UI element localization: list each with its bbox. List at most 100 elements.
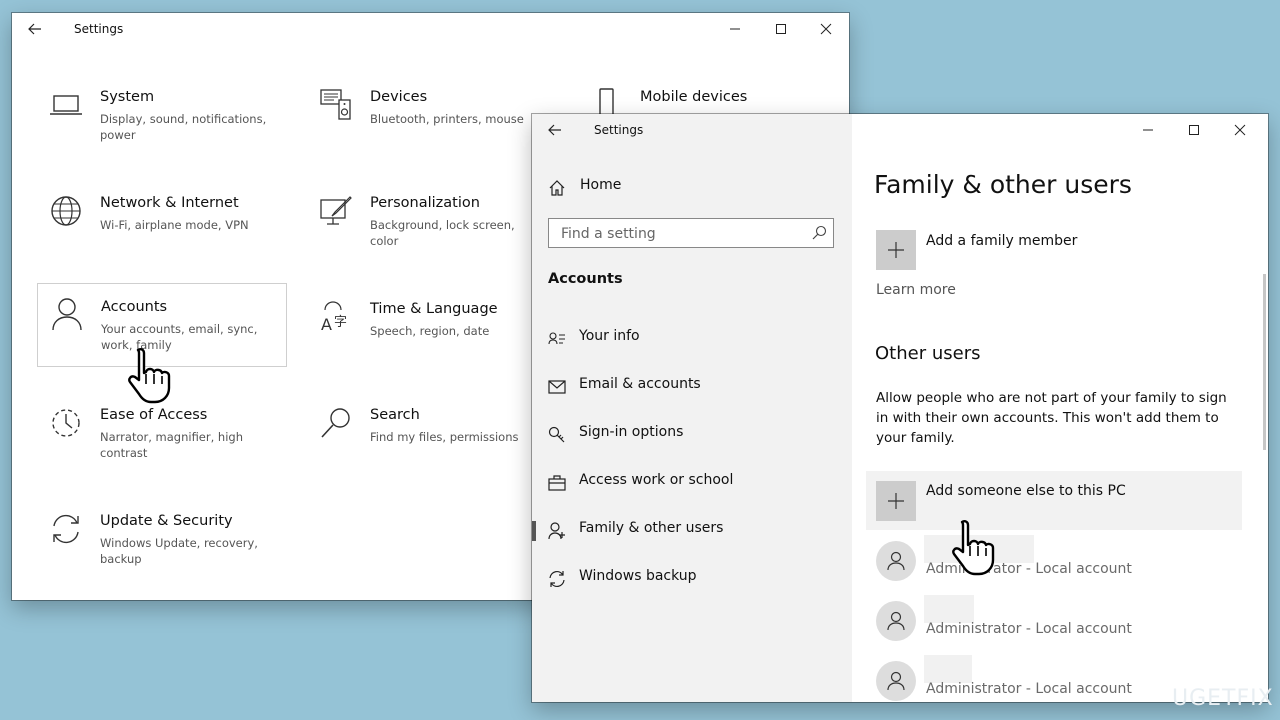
add-family-member-label: Add a family member [926,233,1078,249]
nav-item-label: Access work or school [579,472,734,488]
sync-icon [53,514,79,544]
tile-name: Time & Language [370,301,498,317]
paint-icon [320,196,352,225]
tile-desc: Bluetooth, printers, mouse [370,112,524,126]
tile-desc: Narrator, magnifier, high contrast [100,430,243,460]
user-item[interactable]: Administrator - Local account [852,595,1232,657]
plus-icon [888,242,904,258]
minimize-button[interactable] [1125,114,1171,146]
tile-name: Mobile devices [640,89,748,105]
search-input[interactable] [559,223,803,245]
home-icon [549,180,565,196]
tile-desc: Display, sound, notifications, power [100,112,267,142]
search-icon [812,225,827,240]
nav-home[interactable]: Home [532,167,852,207]
nav-item-label: Sign-in options [579,424,684,440]
nav-pane: Settings Home Accounts Your info Email &… [532,114,852,702]
watermark-logo: UGETFIX [1172,686,1274,711]
other-users-heading: Other users [875,343,981,364]
search-icon [321,408,350,438]
laptop-icon [50,95,82,115]
minimize-icon [1143,129,1153,131]
back-arrow-icon [548,124,561,136]
person-add-icon [548,522,565,540]
nav-item-sign-in-options[interactable]: Sign-in options [532,414,852,454]
minimize-icon [730,28,740,30]
hand-cursor-icon [128,348,171,404]
nav-section-title: Accounts [548,271,623,287]
user-item[interactable]: Administrator - Local account [852,535,1232,597]
maximize-button[interactable] [758,13,804,45]
back-button[interactable] [532,114,578,146]
tile-search[interactable]: Search Find my files, permissions [307,402,557,488]
tile-ease-of-access[interactable]: Ease of Access Narrator, magnifier, high… [37,402,287,488]
close-button[interactable] [803,13,849,45]
nav-item-label: Email & accounts [579,376,701,392]
selected-indicator [532,521,536,541]
tile-desc: Wi-Fi, airplane mode, VPN [100,218,249,232]
find-setting-search[interactable] [548,218,834,248]
tile-name: Ease of Access [100,407,208,423]
minimize-button[interactable] [712,13,758,45]
avatar [876,601,916,641]
devices-icon [320,89,351,120]
maximize-button[interactable] [1171,114,1217,146]
tile-devices[interactable]: Devices Bluetooth, printers, mouse [307,84,557,170]
close-button[interactable] [1217,114,1263,146]
settings-accounts-window: Settings Home Accounts Your info Email &… [532,114,1268,702]
plus-icon [888,493,904,509]
maximize-icon [776,24,786,34]
person-icon [887,611,905,631]
key-icon [548,426,565,443]
redacted-username [924,595,974,623]
nav-item-access-work[interactable]: Access work or school [532,462,852,502]
person-icon [887,671,905,691]
tile-personalization[interactable]: Personalization Background, lock screen,… [307,190,557,276]
scrollbar[interactable] [1263,274,1266,450]
tile-time-language[interactable]: A字 Time & Language Speech, region, date [307,296,557,382]
tile-name: Accounts [101,299,168,315]
tile-name: Network & Internet [100,195,239,211]
nav-item-family-other-users[interactable]: Family & other users [532,510,852,550]
mail-icon [548,380,566,394]
time-language-icon: A字 [321,301,347,334]
add-someone-else-label: Add someone else to this PC [926,483,1126,499]
tile-desc: Windows Update, recovery, backup [100,536,258,566]
maximize-icon [1189,125,1199,135]
tile-system[interactable]: System Display, sound, notifications, po… [37,84,287,170]
nav-item-label: Your info [579,328,640,344]
avatar [876,541,916,581]
globe-icon [51,196,81,226]
nav-home-label: Home [580,177,622,193]
tile-name: Search [370,407,420,423]
briefcase-icon [548,475,566,491]
svg-text:A: A [321,315,332,334]
user-account-type: Administrator - Local account [926,681,1132,697]
tile-name: System [100,89,155,105]
tile-update-security[interactable]: Update & Security Windows Update, recove… [37,508,287,594]
nav-item-label: Family & other users [579,520,724,536]
nav-item-your-info[interactable]: Your info [532,318,852,358]
add-someone-else-button[interactable]: Add someone else to this PC [866,471,1242,530]
tile-desc: Background, lock screen, color [370,218,515,248]
nav-item-email-accounts[interactable]: Email & accounts [532,366,852,406]
tile-network[interactable]: Network & Internet Wi-Fi, airplane mode,… [37,190,287,276]
redacted-username [924,655,972,683]
tile-name: Update & Security [100,513,233,529]
plus-tile [876,481,916,521]
other-users-description: Allow people who are not part of your fa… [876,390,1227,446]
back-button[interactable] [12,13,58,45]
add-family-member-button[interactable]: Add a family member [876,230,1236,270]
learn-more-link[interactable]: Learn more [876,282,956,298]
svg-text:字: 字 [334,315,347,330]
contact-card-icon [548,332,565,345]
nav-item-label: Windows backup [579,568,697,584]
nav-item-windows-backup[interactable]: Windows backup [532,558,852,598]
window-title: Settings [74,22,124,36]
close-icon [820,23,832,35]
window-title: Settings [594,123,644,137]
tile-desc: Find my files, permissions [370,430,519,444]
avatar [876,661,916,701]
tile-name: Personalization [370,195,480,211]
content-pane: Family & other users Add a family member… [852,114,1268,702]
